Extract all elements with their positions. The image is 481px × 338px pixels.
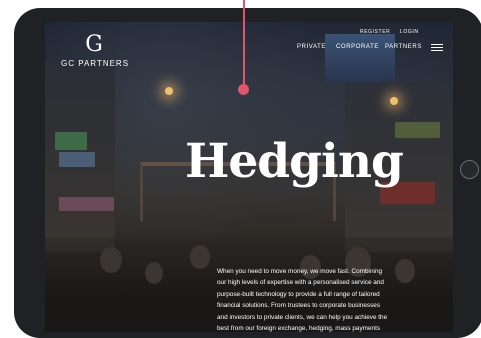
nav-register-link[interactable]: REGISTER bbox=[360, 29, 390, 35]
location-pin-icon bbox=[238, 84, 249, 95]
intro-line: and investors to private clients, we can… bbox=[217, 313, 388, 321]
intro-line: best from our foreign exchange, hedging,… bbox=[217, 325, 381, 332]
shop-sign bbox=[55, 132, 87, 150]
billboard bbox=[325, 34, 395, 82]
intro-line: our high levels of expertise with a pers… bbox=[217, 279, 384, 287]
hamburger-icon[interactable] bbox=[431, 44, 443, 51]
intro-line: When you need to move money, we move fas… bbox=[217, 268, 383, 275]
hero-title: Hedging bbox=[185, 134, 404, 189]
nav-login-link[interactable]: LOGIN bbox=[400, 29, 419, 35]
street-light bbox=[390, 97, 398, 105]
nav-private-link[interactable]: PRIVATE bbox=[297, 44, 326, 50]
logo-monogram: G bbox=[85, 32, 103, 56]
nav-partners-link[interactable]: PARTNERS bbox=[385, 44, 422, 50]
intro-line: purpose-built technology to provide a fu… bbox=[217, 290, 380, 298]
street-light bbox=[165, 87, 173, 95]
nav-corporate-link[interactable]: CORPORATE bbox=[336, 44, 379, 50]
location-pin-line bbox=[243, 0, 245, 88]
intro-paragraph: When you need to move money, we move fas… bbox=[217, 266, 435, 332]
shop-sign bbox=[59, 152, 95, 167]
shop-sign bbox=[59, 197, 114, 211]
tablet-screen: G GC PARTNERS REGISTER LOGIN PRIVATE COR… bbox=[45, 22, 453, 332]
home-button[interactable] bbox=[460, 160, 479, 179]
gc-partners-logo-icon[interactable]: G bbox=[83, 30, 105, 56]
brand-name: GC PARTNERS bbox=[61, 59, 130, 68]
intro-line: financial solutions. From trustees to co… bbox=[217, 302, 381, 310]
